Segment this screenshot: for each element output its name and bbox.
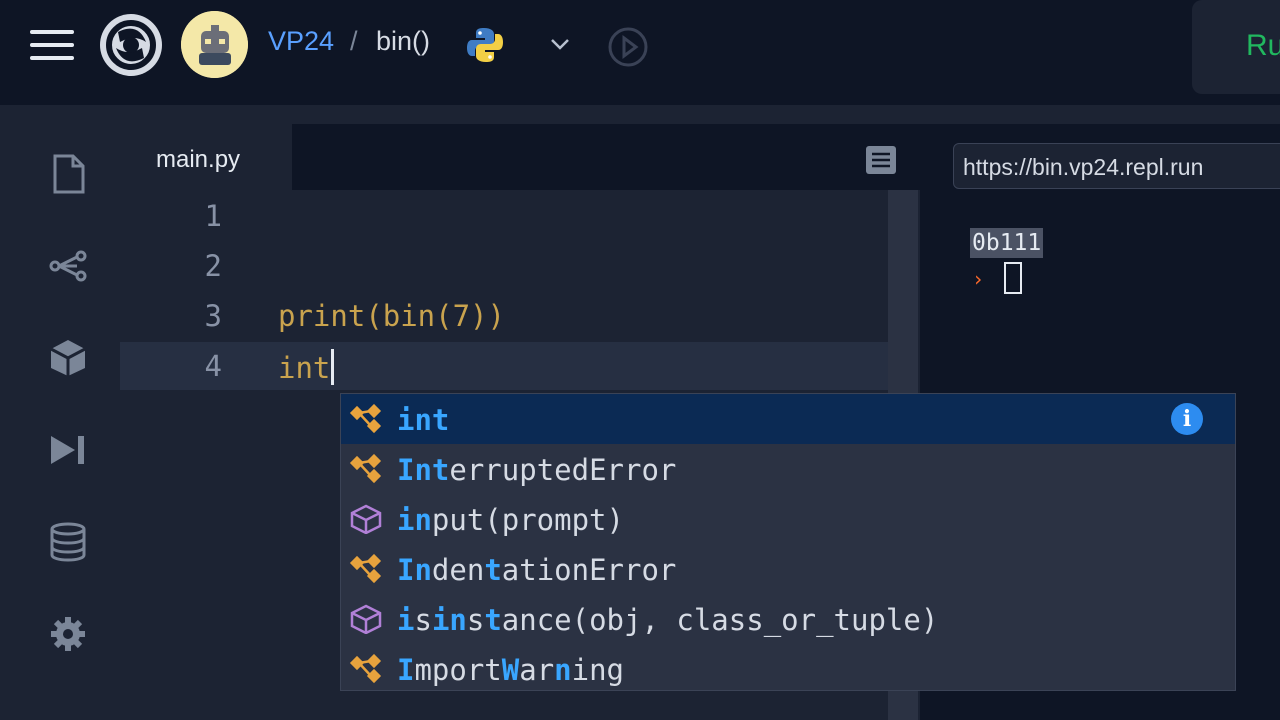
share-icon[interactable] bbox=[49, 246, 87, 286]
python-icon bbox=[467, 28, 503, 62]
line-number: 1 bbox=[204, 199, 222, 233]
autocomplete-item[interactable]: isinstance(obj, class_or_tuple) bbox=[341, 594, 1235, 644]
history-icon[interactable] bbox=[604, 24, 650, 70]
tab-bar bbox=[292, 124, 920, 190]
autocomplete-item-label: IndentationError bbox=[397, 553, 677, 587]
files-icon[interactable] bbox=[49, 154, 87, 194]
chevron-down-icon[interactable] bbox=[548, 34, 572, 54]
line-code[interactable]: print(bin(7)) bbox=[278, 299, 505, 333]
top-bar: VP24 / bin() Ru bbox=[0, 0, 1280, 105]
line-number: 2 bbox=[204, 249, 222, 283]
terminal-cursor bbox=[1004, 262, 1022, 294]
sidebar bbox=[18, 124, 120, 720]
autocomplete-item[interactable]: ImportWarning bbox=[341, 644, 1235, 694]
breadcrumb-repl-name[interactable]: bin() bbox=[376, 26, 430, 57]
autocomplete-item[interactable]: InterruptedError bbox=[341, 444, 1235, 494]
debugger-icon[interactable] bbox=[49, 430, 87, 470]
autocomplete-item[interactable]: int i bbox=[341, 394, 1235, 444]
line-number: 4 bbox=[204, 349, 222, 383]
replit-workspace: VP24 / bin() Ru main.py 1 2 3 print(bin(… bbox=[0, 0, 1280, 720]
settings-icon[interactable] bbox=[49, 614, 87, 654]
autocomplete-item[interactable]: IndentationError bbox=[341, 544, 1235, 594]
replit-logo-icon[interactable] bbox=[98, 12, 164, 78]
info-icon[interactable]: i bbox=[1171, 403, 1203, 435]
typed-text: int bbox=[278, 351, 331, 385]
class-symbol-icon bbox=[349, 553, 383, 584]
autocomplete-dropdown: int i InterruptedError input(prompt) Indenta… bbox=[340, 393, 1236, 691]
menu-icon[interactable] bbox=[30, 30, 74, 62]
document-outline-icon[interactable] bbox=[866, 146, 896, 174]
database-icon[interactable] bbox=[49, 522, 87, 562]
user-avatar[interactable] bbox=[181, 11, 248, 78]
class-symbol-icon bbox=[349, 453, 383, 484]
code-line[interactable]: 3 print(bin(7)) bbox=[120, 290, 888, 340]
breadcrumb-separator: / bbox=[350, 26, 358, 56]
prompt-arrow-icon: › bbox=[972, 267, 985, 291]
autocomplete-item-label: isinstance(obj, class_or_tuple) bbox=[397, 603, 939, 637]
tab-main-py[interactable]: main.py bbox=[120, 124, 292, 190]
autocomplete-item-label: InterruptedError bbox=[397, 453, 677, 487]
autocomplete-item-label: int bbox=[397, 403, 450, 437]
url-bar[interactable]: https://bin.vp24.repl.run bbox=[953, 143, 1280, 189]
autocomplete-item-label: ImportWarning bbox=[397, 653, 625, 687]
class-symbol-icon bbox=[349, 403, 383, 434]
text-cursor bbox=[331, 349, 335, 385]
code-line[interactable]: 2 bbox=[120, 240, 888, 290]
class-symbol-icon bbox=[349, 653, 383, 684]
url-text[interactable]: https://bin.vp24.repl.run bbox=[963, 154, 1203, 181]
autocomplete-item[interactable]: input(prompt) bbox=[341, 494, 1235, 544]
code-line[interactable]: 1 bbox=[120, 190, 888, 240]
console-output: 0b111 bbox=[970, 228, 1044, 258]
autocomplete-item-label: input(prompt) bbox=[397, 503, 624, 537]
tab-label: main.py bbox=[156, 146, 241, 173]
function-symbol-icon bbox=[349, 504, 383, 535]
packages-icon[interactable] bbox=[49, 338, 87, 378]
line-number: 3 bbox=[204, 299, 222, 333]
run-button-label[interactable]: Ru bbox=[1246, 29, 1280, 63]
line-code-current[interactable]: int bbox=[278, 349, 335, 385]
breadcrumb-user[interactable]: VP24 bbox=[268, 26, 334, 57]
function-symbol-icon bbox=[349, 604, 383, 635]
code-line[interactable]: 4 int bbox=[120, 340, 888, 390]
